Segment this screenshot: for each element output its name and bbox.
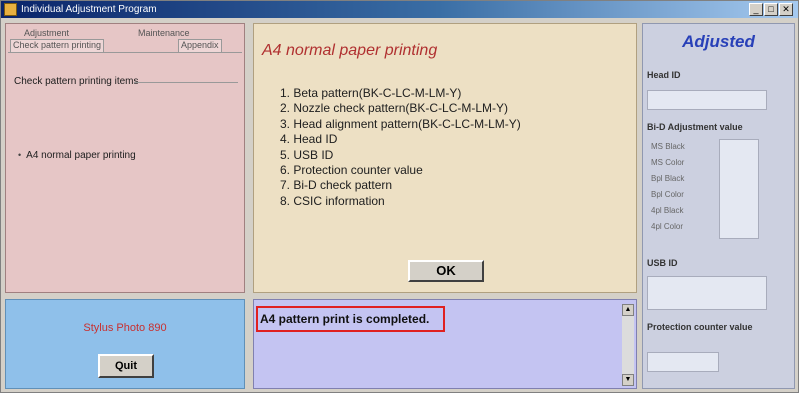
adjusted-title: Adjusted [682, 32, 755, 51]
tab-appendix[interactable]: Appendix [178, 39, 222, 52]
head-id-field [647, 90, 767, 110]
head-id-label: Head ID [647, 70, 681, 80]
maximize-button[interactable]: □ [764, 3, 778, 16]
bid-adjustment-label: Bi-D Adjustment value [647, 122, 743, 132]
title-bar[interactable]: Individual Adjustment Program _ □ ✕ [1, 1, 798, 18]
bid-field-label: 4pl Color [651, 222, 684, 231]
usb-id-field [647, 276, 767, 310]
section-label: Check pattern printing items [14, 76, 139, 87]
protection-counter-field [647, 352, 719, 372]
protection-counter-label: Protection counter value [647, 322, 753, 332]
status-scrollbar[interactable]: ▲ ▼ [622, 304, 634, 386]
section-divider [134, 82, 238, 83]
adjusted-panel: Adjusted Head ID Bi-D Adjustment value M… [642, 23, 795, 389]
minimize-button[interactable]: _ [749, 3, 763, 16]
panel-title: A4 normal paper printing [262, 42, 438, 59]
printer-model: Stylus Photo 890 [83, 322, 167, 334]
list-item: 6. Protection counter value [280, 163, 423, 178]
device-panel: Stylus Photo 890 Quit [5, 299, 245, 389]
list-item: 8. CSIC information [280, 193, 385, 208]
main-window: Individual Adjustment Program _ □ ✕ Adju… [0, 0, 799, 393]
bid-field-label: MS Color [651, 158, 685, 167]
status-panel: A4 pattern print is completed. ▲ ▼ [253, 299, 637, 389]
print-item-list: 1. Beta pattern(BK-C-LC-M-LM-Y) 2. Nozzl… [280, 86, 521, 209]
list-item: 3. Head alignment pattern(BK-C-LC-M-LM-Y… [280, 116, 521, 131]
bid-field-label: Bpl Black [651, 174, 685, 183]
list-item: 7. Bi-D check pattern [280, 178, 393, 193]
tab-divider [8, 52, 242, 53]
status-message: A4 pattern print is completed. [256, 306, 446, 332]
bid-values-box [719, 139, 759, 239]
check-pattern-panel: Adjustment Maintenance Check pattern pri… [5, 23, 245, 293]
window-title: Individual Adjustment Program [21, 4, 157, 15]
bid-field-label: Bpl Color [651, 190, 684, 199]
ok-button[interactable]: OK [408, 260, 484, 282]
scroll-up-icon[interactable]: ▲ [622, 304, 634, 316]
list-item: 2. Nozzle check pattern(BK-C-LC-M-LM-Y) [280, 101, 509, 116]
usb-id-label: USB ID [647, 258, 678, 268]
list-item: 5. USB ID [280, 147, 334, 162]
radio-selected-icon: • [18, 150, 22, 160]
list-item: 4. Head ID [280, 132, 338, 147]
list-item: 1. Beta pattern(BK-C-LC-M-LM-Y) [280, 86, 462, 100]
radio-label: A4 normal paper printing [26, 150, 136, 161]
print-items-panel: A4 normal paper printing 1. Beta pattern… [253, 23, 637, 293]
scroll-down-icon[interactable]: ▼ [622, 374, 634, 386]
radio-a4-normal-paper[interactable]: • A4 normal paper printing [18, 150, 136, 161]
bid-field-label: MS Black [651, 142, 685, 151]
close-button[interactable]: ✕ [779, 3, 793, 16]
app-icon [4, 3, 17, 16]
bid-field-label: 4pl Black [651, 206, 684, 215]
quit-button[interactable]: Quit [98, 354, 154, 378]
tab-check-pattern-printing[interactable]: Check pattern printing [10, 39, 105, 52]
